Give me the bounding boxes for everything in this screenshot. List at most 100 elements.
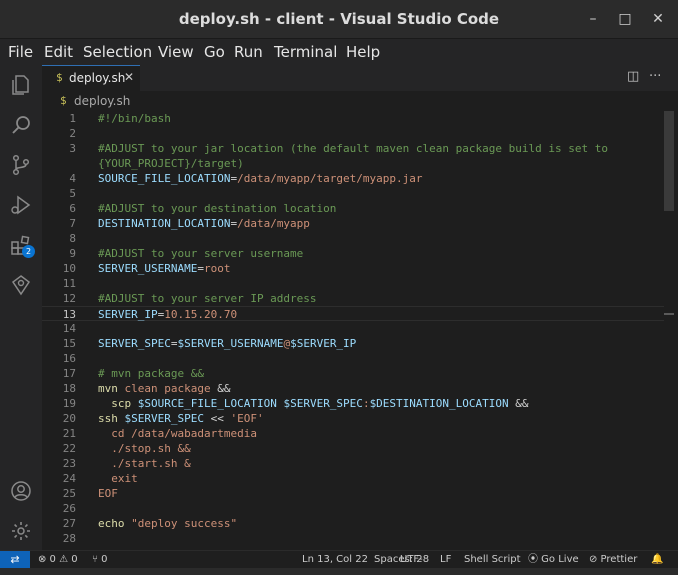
menu-file[interactable]: File — [8, 39, 33, 65]
code-text: # mvn package && — [98, 366, 204, 381]
line-number: 15 — [62, 337, 76, 350]
code-token: $DESTINATION_LOCATION — [369, 397, 509, 410]
problems-indicator[interactable]: ⊗ 0 ⚠ 0 — [38, 551, 78, 569]
code-text: ./stop.sh && — [98, 441, 191, 456]
maximize-button[interactable]: □ — [608, 0, 642, 38]
code-line[interactable]: 20 ssh $SERVER_SPEC << 'EOF' — [42, 411, 664, 426]
code-line[interactable]: 26 — [42, 501, 664, 516]
explorer-icon[interactable] — [9, 73, 33, 97]
code-token: SOURCE_FILE_LOCATION — [98, 172, 231, 185]
menu-run[interactable]: Run — [234, 39, 263, 65]
code-token: SERVER_SPEC — [98, 337, 171, 350]
code-line-current[interactable]: 13 SERVER_IP=10.15.20.70 — [42, 306, 664, 321]
code-text: #!/bin/bash — [98, 111, 171, 126]
line-number: 3 — [69, 142, 76, 155]
code-token: mvn — [98, 382, 125, 395]
menu-help[interactable]: Help — [346, 39, 380, 65]
line-number: 20 — [62, 412, 76, 425]
menu-edit[interactable]: Edit — [44, 39, 73, 65]
split-editor-icon[interactable]: ◫ — [627, 69, 639, 84]
breadcrumb-file[interactable]: deploy.sh — [74, 94, 130, 108]
code-line[interactable]: 24 exit — [42, 471, 664, 486]
go-live-button[interactable]: ⦿ Go Live — [528, 551, 579, 569]
search-icon[interactable] — [9, 113, 33, 137]
line-number: 21 — [62, 427, 76, 440]
code-line[interactable]: 12 #ADJUST to your server IP address — [42, 291, 664, 306]
menu-view[interactable]: View — [158, 39, 194, 65]
prettier-button[interactable]: ⊘ Prettier — [589, 551, 637, 569]
menu-terminal[interactable]: Terminal — [274, 39, 337, 65]
code-editor[interactable]: 1 #!/bin/bash 2 3 #ADJUST to your jar locati… — [42, 111, 678, 550]
line-number: 14 — [62, 322, 76, 335]
code-line[interactable]: 9 #ADJUST to your server username — [42, 246, 664, 261]
code-line[interactable]: 2 — [42, 126, 664, 141]
close-window-button[interactable]: ✕ — [641, 0, 675, 38]
end-of-line[interactable]: LF — [440, 551, 451, 569]
code-text: cd /data/wabadartmedia — [98, 426, 257, 441]
menu-go[interactable]: Go — [204, 39, 225, 65]
code-token: cd /data/wabadartmedia — [98, 427, 257, 440]
code-token: ./stop.sh && — [98, 442, 191, 455]
line-number: 6 — [69, 202, 76, 215]
line-number: 23 — [62, 457, 76, 470]
code-line[interactable]: 4 SOURCE_FILE_LOCATION=/data/myapp/target… — [42, 171, 664, 186]
code-text: mvn clean package && — [98, 381, 230, 396]
minimize-button[interactable]: – — [576, 0, 610, 38]
code-line[interactable]: 8 — [42, 231, 664, 246]
code-line[interactable]: 10 SERVER_USERNAME=root — [42, 261, 664, 276]
code-line[interactable]: 19 scp $SOURCE_FILE_LOCATION $SERVER_SPE… — [42, 396, 664, 411]
encoding[interactable]: UTF-8 — [400, 551, 429, 569]
code-text: ssh $SERVER_SPEC << 'EOF' — [98, 411, 264, 426]
code-token: EOF — [98, 487, 118, 500]
code-line[interactable]: 22 ./stop.sh && — [42, 441, 664, 456]
code-token: echo — [98, 517, 132, 530]
code-line[interactable]: 25 EOF — [42, 486, 664, 501]
tab-close-icon[interactable]: ✕ — [124, 70, 134, 84]
code-line[interactable]: 14 — [42, 321, 664, 336]
code-line[interactable]: 18 mvn clean package && — [42, 381, 664, 396]
code-line[interactable]: 27 echo "deploy success" — [42, 516, 664, 531]
code-token: #!/bin/bash — [98, 112, 171, 125]
remote-explorer-icon[interactable] — [9, 273, 33, 297]
code-line[interactable]: 6 #ADJUST to your destination location — [42, 201, 664, 216]
line-number: 28 — [62, 532, 76, 545]
remote-indicator-icon[interactable]: ⇄ — [0, 551, 30, 569]
code-line[interactable]: 17 # mvn package && — [42, 366, 664, 381]
code-text: SERVER_USERNAME=root — [98, 261, 230, 276]
line-number: 13 — [62, 308, 76, 321]
language-mode[interactable]: Shell Script — [464, 551, 521, 569]
settings-gear-icon[interactable] — [9, 519, 33, 543]
line-number: 22 — [62, 442, 76, 455]
more-actions-icon[interactable]: ··· — [649, 69, 661, 84]
run-debug-icon[interactable] — [9, 193, 33, 217]
shell-file-icon: $ — [56, 71, 63, 84]
line-number: 27 — [62, 517, 76, 530]
code-line[interactable]: 11 — [42, 276, 664, 291]
code-line[interactable]: 15 SERVER_SPEC=$SERVER_USERNAME@$SERVER_I… — [42, 336, 664, 351]
cursor-position[interactable]: Ln 13, Col 22 — [302, 551, 368, 569]
code-text: #ADJUST to your server IP address — [98, 291, 317, 306]
code-line[interactable]: 28 — [42, 531, 664, 546]
scrollbar-thumb[interactable] — [664, 111, 674, 211]
code-line[interactable]: {YOUR_PROJECT}/target) — [42, 156, 664, 171]
line-number: 12 — [62, 292, 76, 305]
ports-indicator[interactable]: ⑂ 0 — [92, 551, 108, 569]
code-line[interactable]: 5 — [42, 186, 664, 201]
tab-deploy-sh[interactable]: $ deploy.sh ✕ — [42, 65, 140, 91]
code-line[interactable]: 7 DESTINATION_LOCATION=/data/myapp — [42, 216, 664, 231]
source-control-icon[interactable] — [9, 153, 33, 177]
menu-selection[interactable]: Selection — [83, 39, 152, 65]
code-token: 10.15.20.70 — [164, 308, 238, 321]
code-line[interactable]: 21 cd /data/wabadartmedia — [42, 426, 664, 441]
code-line[interactable]: 23 ./start.sh & — [42, 456, 664, 471]
code-line[interactable]: 16 — [42, 351, 664, 366]
account-icon[interactable] — [9, 479, 33, 503]
code-line[interactable]: 3 #ADJUST to your jar location (the defau… — [42, 141, 664, 156]
line-number: 19 — [62, 397, 76, 410]
code-token: ssh — [98, 412, 125, 425]
code-line[interactable]: 1 #!/bin/bash — [42, 111, 664, 126]
code-token: 'EOF' — [230, 412, 264, 425]
notifications-bell-icon[interactable]: 🔔 — [651, 551, 663, 569]
code-token: $SERVER_IP — [290, 337, 357, 350]
status-bar: ⇄ ⊗ 0 ⚠ 0 ⑂ 0 Ln 13, Col 22 Spaces: 2 UT… — [0, 550, 678, 569]
